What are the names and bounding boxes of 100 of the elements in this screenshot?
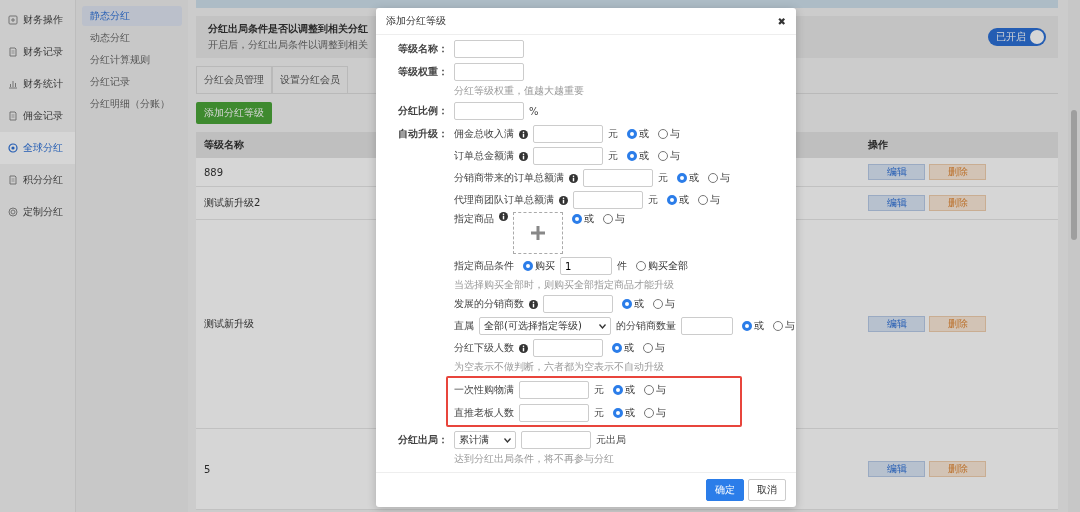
radio-button[interactable] bbox=[603, 214, 613, 224]
text-field[interactable] bbox=[583, 169, 653, 187]
sidebar-item[interactable]: 财务记录 bbox=[0, 36, 75, 68]
sidebar-item[interactable]: 财务操作 bbox=[0, 4, 75, 36]
field-label: 分红比例： bbox=[397, 104, 448, 118]
condition-label: 发展的分销商数 bbox=[454, 297, 524, 311]
cancel-button[interactable]: 取消 bbox=[748, 479, 786, 501]
text-field[interactable] bbox=[543, 295, 613, 313]
radio-option[interactable]: 与 bbox=[698, 193, 720, 207]
radio-button[interactable] bbox=[643, 343, 653, 353]
radio-button[interactable] bbox=[613, 408, 623, 418]
text-field[interactable] bbox=[454, 102, 524, 120]
plus-square-icon bbox=[8, 15, 18, 25]
subnav-item[interactable]: 动态分红 bbox=[82, 28, 182, 48]
radio-option[interactable]: 购买全部 bbox=[636, 259, 688, 273]
condition-label: 分红下级人数 bbox=[454, 341, 514, 355]
unit-label: % bbox=[529, 105, 539, 117]
radio-button[interactable] bbox=[742, 321, 752, 331]
edit-button[interactable]: 编辑 bbox=[868, 316, 925, 332]
add-product-button[interactable] bbox=[513, 212, 563, 254]
column-header: 等级名称 bbox=[204, 138, 245, 152]
text-field[interactable] bbox=[454, 63, 524, 81]
radio-option[interactable]: 购买 bbox=[523, 259, 555, 273]
radio-option[interactable]: 与 bbox=[644, 383, 666, 397]
radio-button[interactable] bbox=[653, 299, 663, 309]
field-label: 自动升级： bbox=[397, 127, 448, 141]
radio-option[interactable]: 与 bbox=[708, 171, 730, 185]
text-field[interactable] bbox=[454, 40, 524, 58]
text-field[interactable] bbox=[533, 125, 603, 143]
tab[interactable]: 设置分红会员 bbox=[272, 66, 348, 93]
tab[interactable]: 分红会员管理 bbox=[196, 66, 272, 93]
radio-button[interactable] bbox=[658, 151, 668, 161]
radio-option[interactable]: 与 bbox=[643, 341, 665, 355]
radio-button[interactable] bbox=[667, 195, 677, 205]
radio-option[interactable]: 与 bbox=[653, 297, 675, 311]
radio-button[interactable] bbox=[698, 195, 708, 205]
field-label: 等级名称： bbox=[397, 42, 448, 56]
level-dropdown[interactable]: 全部(可选择指定等级) bbox=[479, 317, 611, 335]
subnav-item[interactable]: 分红计算规则 bbox=[82, 50, 182, 70]
unit-label: 元 bbox=[658, 171, 668, 185]
edit-button[interactable]: 编辑 bbox=[868, 164, 925, 180]
radio-option[interactable]: 与 bbox=[644, 406, 666, 420]
hint-text: 当选择购买全部时，则购买全部指定商品才能升级 bbox=[454, 278, 675, 292]
radio-button[interactable] bbox=[612, 343, 622, 353]
radio-button[interactable] bbox=[773, 321, 783, 331]
radio-button[interactable] bbox=[622, 299, 632, 309]
radio-option[interactable]: 或 bbox=[613, 383, 635, 397]
radio-option[interactable]: 或 bbox=[677, 171, 699, 185]
sidebar-item[interactable]: 财务统计 bbox=[0, 68, 75, 100]
condition-dropdown[interactable]: 累计满 bbox=[454, 431, 516, 449]
radio-button[interactable] bbox=[644, 385, 654, 395]
unit-label: 元 bbox=[594, 383, 604, 397]
radio-option[interactable]: 或 bbox=[612, 341, 634, 355]
edit-button[interactable]: 编辑 bbox=[868, 461, 925, 477]
condition-label: 佣金总收入满 bbox=[454, 127, 514, 141]
radio-button[interactable] bbox=[572, 214, 582, 224]
text-field[interactable] bbox=[519, 404, 589, 422]
confirm-button[interactable]: 确定 bbox=[706, 479, 744, 501]
scrollbar[interactable] bbox=[1068, 0, 1080, 512]
radio-button[interactable] bbox=[613, 385, 623, 395]
radio-button[interactable] bbox=[658, 129, 668, 139]
subnav-item[interactable]: 分红记录 bbox=[82, 72, 182, 92]
edit-button[interactable]: 编辑 bbox=[868, 195, 925, 211]
text-field[interactable] bbox=[573, 191, 643, 209]
text-field[interactable]: 1 bbox=[560, 257, 612, 275]
condition-label: 直属 bbox=[454, 319, 474, 333]
subnav-item[interactable]: 分红明细（分账） bbox=[82, 94, 182, 114]
unit-label: 元 bbox=[594, 406, 604, 420]
document-icon bbox=[8, 175, 18, 185]
radio-button[interactable] bbox=[636, 261, 646, 271]
radio-option[interactable]: 或 bbox=[627, 127, 649, 141]
radio-option[interactable]: 与 bbox=[603, 212, 625, 226]
radio-button[interactable] bbox=[677, 173, 687, 183]
radio-option[interactable]: 与 bbox=[658, 149, 680, 163]
radio-button[interactable] bbox=[708, 173, 718, 183]
text-field[interactable] bbox=[521, 431, 591, 449]
radio-option[interactable]: 或 bbox=[613, 406, 635, 420]
text-field[interactable] bbox=[533, 339, 603, 357]
toggle-switch[interactable]: 已开启 bbox=[988, 28, 1046, 46]
radio-option[interactable]: 或 bbox=[622, 297, 644, 311]
close-button[interactable]: ✖ bbox=[777, 15, 786, 27]
sidebar-item[interactable]: 积分分红 bbox=[0, 164, 75, 196]
radio-option[interactable]: 或 bbox=[667, 193, 689, 207]
text-field[interactable] bbox=[519, 381, 589, 399]
radio-option[interactable]: 或 bbox=[572, 212, 594, 226]
sidebar-item[interactable]: 全球分红 bbox=[0, 132, 75, 164]
radio-option[interactable]: 或 bbox=[627, 149, 649, 163]
radio-button[interactable] bbox=[644, 408, 654, 418]
radio-option[interactable]: 或 bbox=[742, 319, 764, 333]
radio-button[interactable] bbox=[523, 261, 533, 271]
sidebar-item[interactable]: 定制分红 bbox=[0, 196, 75, 228]
radio-button[interactable] bbox=[627, 129, 637, 139]
radio-option[interactable]: 与 bbox=[658, 127, 680, 141]
subnav-item[interactable]: 静态分红 bbox=[82, 6, 182, 26]
unit-label: 件 bbox=[617, 259, 627, 273]
text-field[interactable] bbox=[533, 147, 603, 165]
sidebar-item[interactable]: 佣金记录 bbox=[0, 100, 75, 132]
radio-button[interactable] bbox=[627, 151, 637, 161]
text-field[interactable] bbox=[681, 317, 733, 335]
radio-option[interactable]: 与 bbox=[773, 319, 795, 333]
